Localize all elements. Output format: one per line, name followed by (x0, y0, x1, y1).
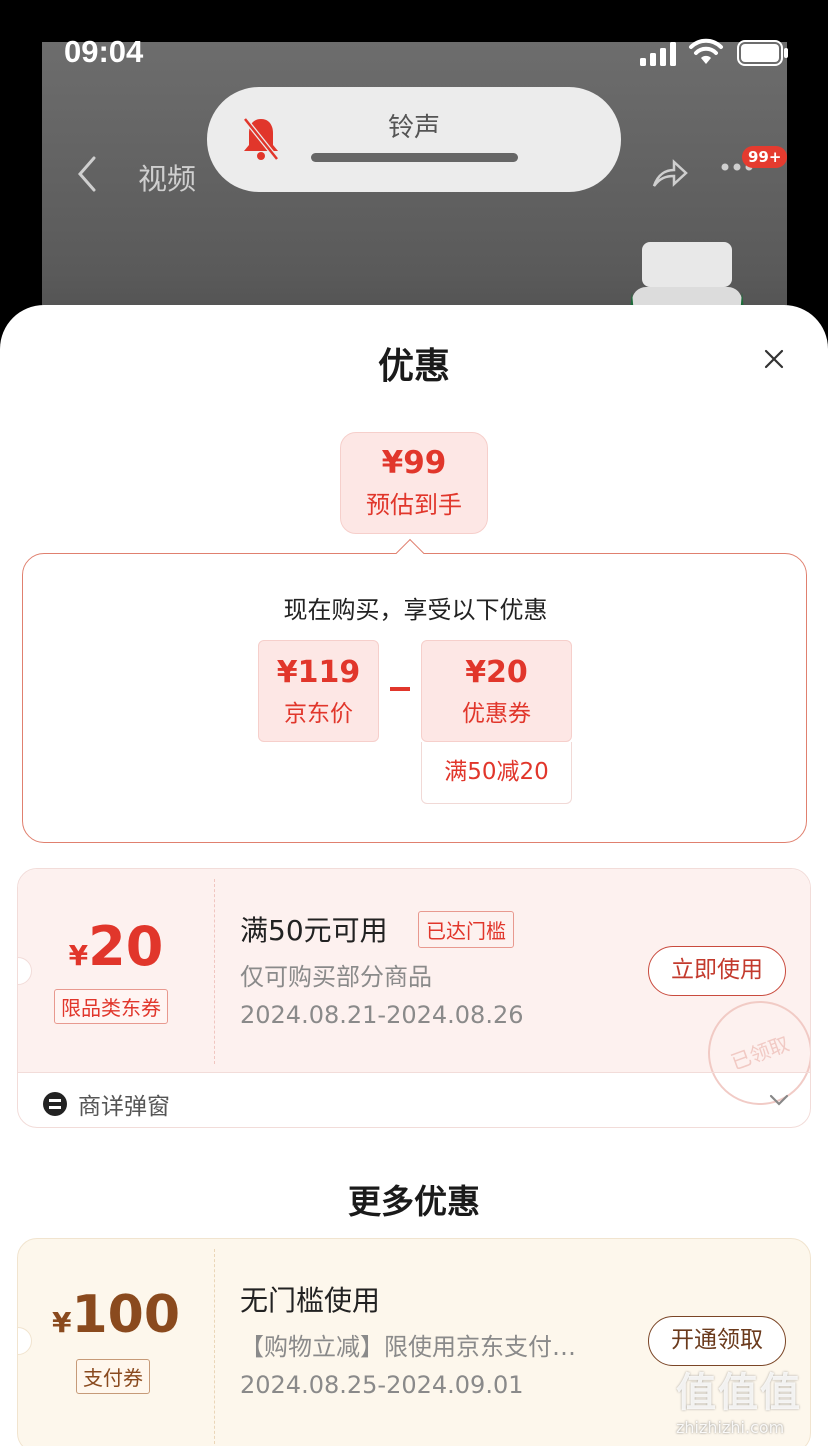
ringer-label: 铃声 (387, 113, 440, 143)
ringer-hud: 铃声 (207, 87, 621, 192)
coupon-footer[interactable]: 商详弹窗 (18, 1072, 810, 1127)
watermark-logo: 值值值 (676, 1370, 802, 1416)
payment-coupon-amount: ¥100 (18, 1285, 214, 1345)
coupon-currency: ¥ (68, 939, 89, 972)
payment-coupon-currency: ¥ (51, 1306, 72, 1339)
status-time: 09:04 (64, 34, 144, 69)
back-icon[interactable] (72, 154, 102, 194)
coupon-price-box: ¥20 优惠券 (421, 640, 572, 742)
more-offers-title: 更多优惠 (348, 1182, 480, 1221)
estimated-price: ¥99 (381, 445, 447, 481)
breakdown-pointer (395, 538, 425, 568)
coupon-price: ¥20 (465, 655, 528, 690)
coupon-card: ¥20 限品类东券 满50元可用 已达门槛 仅可购买部分商品 2024.08.2… (17, 868, 811, 1128)
minus-sign (390, 687, 410, 691)
battery-icon (737, 40, 788, 66)
sheet-title: 优惠 (377, 346, 450, 387)
payment-coupon-title: 无门槛使用 (240, 1284, 381, 1317)
coupon-body: ¥20 限品类东券 满50元可用 已达门槛 仅可购买部分商品 2024.08.2… (18, 869, 810, 1120)
coupon-amount-area: ¥20 限品类东券 (18, 869, 214, 1072)
watermark: 值值值 zhizhizhi.com (676, 1360, 826, 1437)
payment-coupon-desc: 【购物立减】限使用京东支付… (240, 1333, 576, 1361)
chevron-down-icon[interactable] (768, 1093, 790, 1107)
coupon-date: 2024.08.21-2024.08.26 (240, 1001, 524, 1029)
watermark-url: zhizhizhi.com (676, 1418, 785, 1437)
coupon-value: 20 (88, 915, 164, 978)
coupon-footer-label: 商详弹窗 (78, 1094, 170, 1120)
coupon-desc: 仅可购买部分商品 (240, 963, 432, 991)
close-icon[interactable] (760, 345, 788, 373)
status-bar: 09:04 (0, 0, 828, 100)
jd-price-box: ¥119 京东价 (258, 640, 379, 742)
payment-coupon-divider (214, 1249, 215, 1446)
activate-claim-button[interactable]: 开通领取 (648, 1316, 786, 1366)
message-badge: 99+ (742, 146, 788, 168)
payment-coupon-date: 2024.08.25-2024.09.01 (240, 1371, 524, 1399)
coupon-amount: ¥20 (18, 915, 214, 978)
volume-bar (311, 153, 518, 162)
coupon-price-label: 优惠券 (462, 701, 531, 727)
wifi-icon (689, 38, 723, 64)
payment-coupon-tag: 支付券 (76, 1359, 150, 1394)
coupon-info-icon (43, 1092, 67, 1116)
estimated-price-card: ¥99 预估到手 (340, 432, 488, 534)
nav-title[interactable]: 视频 (138, 156, 196, 198)
use-now-button[interactable]: 立即使用 (648, 946, 786, 996)
breakdown-title: 现在购买，享受以下优惠 (283, 596, 548, 624)
payment-coupon-value: 100 (71, 1285, 181, 1345)
threshold-reached-badge: 已达门槛 (418, 911, 514, 948)
coupon-title: 满50元可用 (240, 914, 388, 947)
discount-sheet: 优惠 ¥99 预估到手 现在购买，享受以下优惠 ¥119 京东价 ¥20 优惠券… (0, 305, 828, 1446)
estimated-label: 预估到手 (366, 491, 462, 519)
coupon-type-tag: 限品类东券 (54, 989, 168, 1024)
cellular-signal-icon (640, 42, 676, 66)
jd-price-label: 京东价 (284, 701, 353, 727)
share-icon[interactable] (650, 158, 688, 190)
jd-price: ¥119 (276, 655, 361, 690)
coupon-divider (214, 879, 215, 1064)
price-breakdown: 现在购买，享受以下优惠 ¥119 京东价 ¥20 优惠券 满50减20 (22, 538, 807, 843)
coupon-rule: 满50减20 (421, 742, 572, 804)
